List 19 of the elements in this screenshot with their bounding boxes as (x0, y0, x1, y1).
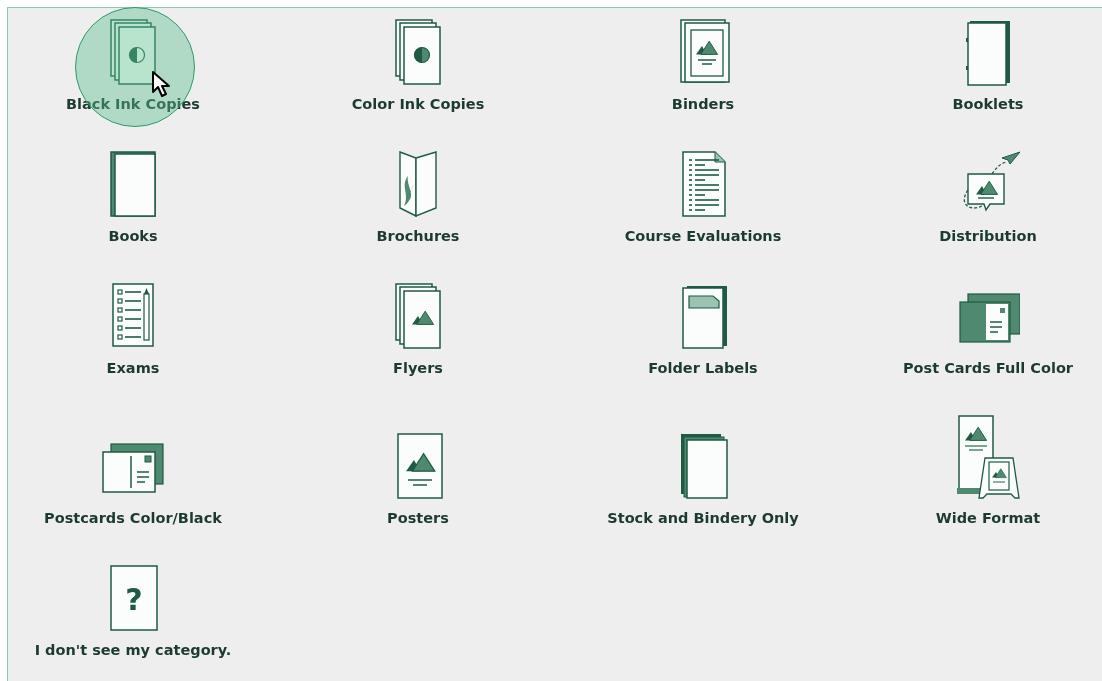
category-option[interactable]: Postcards Color/Black (44, 432, 222, 526)
category-option[interactable]: Books (101, 150, 165, 244)
category-option[interactable]: Black Ink Copies (66, 18, 200, 112)
category-option[interactable]: Stock and Bindery Only (607, 432, 799, 526)
category-option[interactable]: Brochures (376, 150, 460, 244)
category-option[interactable]: Color Ink Copies (351, 18, 485, 112)
category-option[interactable]: Booklets (952, 18, 1024, 112)
category-option[interactable]: Course Evaluations (624, 150, 782, 244)
question-mark: ? (125, 582, 143, 617)
cursor-icon (151, 70, 171, 98)
category-option[interactable]: Exams (101, 282, 165, 376)
category-option[interactable]: Distribution (939, 150, 1037, 244)
category-option[interactable]: ? I don't see my category. (34, 564, 232, 658)
category-option[interactable]: Flyers (386, 282, 450, 376)
category-option[interactable]: Binders (671, 18, 735, 112)
category-option[interactable]: Folder Labels (648, 282, 758, 376)
category-option[interactable]: Posters (386, 432, 450, 526)
category-option[interactable]: Post Cards Full Color (903, 282, 1073, 376)
category-option[interactable]: Wide Format (935, 414, 1041, 526)
